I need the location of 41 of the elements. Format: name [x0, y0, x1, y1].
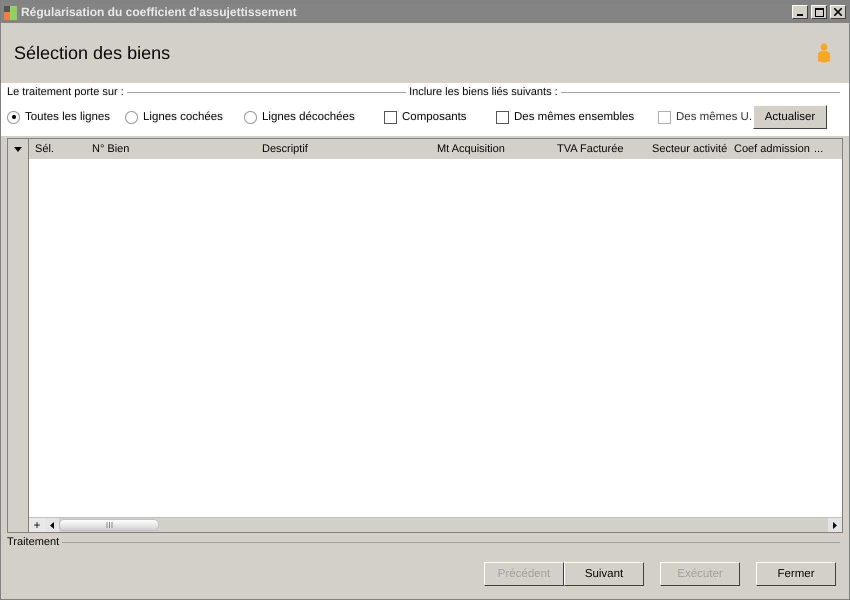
radio-option[interactable]: Toutes les lignes [7, 110, 125, 124]
maximize-icon [814, 8, 824, 16]
left-arrow-icon [50, 522, 54, 528]
close-button[interactable] [830, 5, 846, 19]
person-icon [817, 43, 831, 63]
column-header[interactable]: Coef admission [728, 143, 808, 155]
checkbox-option[interactable]: Des mêmes ensembles [496, 110, 658, 124]
wizard-button[interactable]: Fermer [756, 562, 836, 586]
radio-icon[interactable] [125, 110, 138, 124]
close-icon [834, 8, 842, 16]
wizard-button[interactable]: Suivant [564, 562, 644, 586]
right-arrow-icon [833, 522, 837, 528]
app-icon [4, 4, 18, 20]
page-title: Sélection des biens [14, 42, 170, 64]
column-header[interactable]: TVA Facturée [551, 143, 646, 155]
maximize-button[interactable] [811, 5, 827, 19]
radio-icon[interactable] [244, 110, 257, 124]
grip-icon [106, 522, 112, 528]
group-label: Traitement [7, 536, 60, 548]
add-row-button[interactable]: + [29, 518, 45, 532]
checkbox-icon[interactable] [496, 110, 509, 124]
minimize-button[interactable] [792, 5, 808, 19]
column-header[interactable]: Secteur activité [646, 143, 728, 155]
group-label: Inclure les biens liés suivants : [409, 86, 558, 98]
column-header[interactable]: Descriptif [256, 143, 431, 155]
checkbox-icon[interactable] [384, 110, 397, 124]
radio-option[interactable]: Lignes cochées [125, 110, 244, 124]
column-header[interactable]: N° Bien [86, 143, 256, 155]
group-label: Le traitement porte sur : [7, 86, 124, 98]
scroll-right-button[interactable] [828, 518, 842, 532]
refresh-button[interactable]: Actualiser [753, 105, 827, 129]
checkbox-option[interactable]: Composants [384, 110, 496, 124]
radio-icon[interactable] [7, 110, 20, 124]
column-header[interactable]: ... [808, 143, 842, 155]
column-header[interactable]: Mt Acquisition [431, 143, 551, 155]
scrollbar-thumb[interactable] [59, 519, 159, 531]
radio-option[interactable]: Lignes décochées [244, 110, 384, 124]
window-title: Régularisation du coefficient d'assujettissement [21, 5, 298, 19]
dropdown-arrow-icon[interactable] [14, 146, 22, 152]
scroll-left-button[interactable] [45, 518, 59, 532]
column-header[interactable]: Sél. [29, 143, 86, 155]
